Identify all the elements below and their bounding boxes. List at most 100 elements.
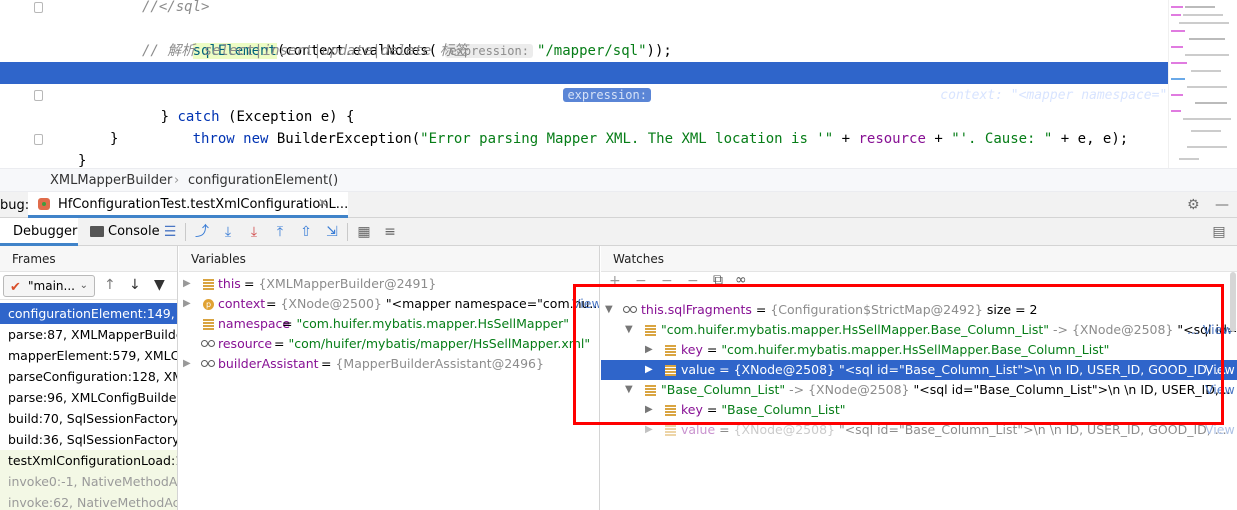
watch-string: "com.huifer.mybatis.mapper.HsSellMapper.… — [721, 342, 1110, 357]
view-link[interactable]: View — [1205, 360, 1235, 380]
field-icon — [665, 345, 676, 356]
move-up-icon[interactable]: − — [661, 273, 673, 289]
breadcrumb-class[interactable]: XMLMapperBuilder — [50, 173, 172, 188]
watch-row[interactable]: ▼ "Base_Column_List" -> {XNode@2508} "<s… — [601, 380, 1237, 400]
collapse-arrow-icon[interactable]: ▼ — [605, 300, 613, 320]
expand-arrow-icon[interactable]: ▶ — [183, 354, 191, 374]
variable-row[interactable]: ▶ this = {XMLMapperBuilder@2491} — [179, 274, 599, 294]
view-link[interactable]: View — [572, 294, 599, 314]
gear-icon[interactable]: ⚙ — [1187, 197, 1200, 213]
remove-watch-icon[interactable]: − — [635, 273, 647, 289]
chevron-down-icon: ⌄ — [79, 280, 88, 291]
variable-name: context — [218, 296, 266, 311]
scrollbar[interactable] — [1230, 272, 1236, 332]
frame-item[interactable]: configurationElement:149, XM — [0, 303, 177, 324]
evaluate-expression-icon[interactable]: ▦ — [355, 224, 373, 240]
debug-session-tab[interactable]: HfConfigurationTest.testXmlConfiguration… — [28, 192, 348, 218]
variable-value: = "com/huifer/mybatis/mapper/HsSellMappe… — [274, 336, 591, 351]
variable-name: this — [218, 276, 241, 291]
frame-item[interactable]: mapperElement:579, XMLCon — [0, 345, 177, 366]
watch-row[interactable]: ▶ key = "com.huifer.mybatis.mapper.HsSel… — [601, 340, 1237, 360]
watch-row[interactable]: ▶ value = {XNode@2508} "<sql id="Base_Co… — [601, 420, 1237, 440]
tab-console[interactable]: Console — [86, 218, 160, 246]
breadcrumb-method[interactable]: configurationElement() — [188, 173, 338, 188]
collapse-arrow-icon[interactable]: ▼ — [625, 320, 633, 340]
view-link[interactable]: View — [1205, 420, 1235, 440]
debug-session-name: HfConfigurationTest.testXmlConfiguration… — [58, 197, 349, 212]
variable-row[interactable]: ▶ p context = {XNode@2500} "<mapper name… — [179, 294, 599, 314]
watch-entry: "Base_Column_List" -> {XNode@2508} "<sql… — [661, 380, 1231, 400]
map-entry-icon — [645, 325, 656, 336]
filter-icon[interactable]: ▼ — [154, 277, 165, 293]
step-over-icon[interactable]: ⤓ — [219, 224, 237, 240]
minimap[interactable] — [1168, 0, 1237, 168]
map-entry-icon — [645, 385, 656, 396]
move-down-icon[interactable]: − — [687, 273, 699, 289]
copy-icon[interactable]: ⧉ — [713, 272, 723, 288]
view-link[interactable]: View — [1205, 380, 1235, 400]
watch-name: "Base_Column_List" — [661, 382, 786, 397]
add-watch-icon[interactable]: + — [609, 273, 621, 289]
frame-item[interactable]: parseConfiguration:128, XML — [0, 366, 177, 387]
collapse-arrow-icon[interactable]: ▼ — [625, 380, 633, 400]
variable-row[interactable]: namespace = "com.huifer.mybatis.mapper.H… — [179, 314, 599, 334]
frame-item[interactable]: parse:96, XMLConfigBuilder — [0, 387, 177, 408]
variables-panel: Variables ▶ this = {XMLMapperBuilder@249… — [179, 246, 600, 510]
expand-arrow-icon[interactable]: ▶ — [183, 274, 191, 294]
watch-operator: -> — [785, 382, 809, 397]
code-editor[interactable]: //</sql> sqlElement(context.evalNodes( e… — [0, 0, 1237, 168]
layout-icon[interactable]: ☰ — [161, 224, 179, 240]
step-into-icon[interactable]: ⤓ — [245, 224, 263, 240]
variable-row[interactable]: resource = "com/huifer/mybatis/mapper/Hs… — [179, 334, 599, 354]
tab-console-label: Console — [108, 224, 160, 239]
watch-row[interactable]: ▶ value = {XNode@2508} "<sql id="Base_Co… — [601, 360, 1237, 380]
variable-string: "<mapper namespace="com.hu... — [385, 296, 599, 311]
watch-row[interactable]: ▶ key = "Base_Column_List" — [601, 400, 1237, 420]
drop-frame-icon[interactable]: ⇧ — [297, 224, 315, 240]
thread-selector-row: ✔ "main... ⌄ ↑ ↓ ▼ — [0, 273, 177, 300]
variable-ref: {XMLMapperBuilder@2491} — [258, 276, 437, 291]
watch-operator: = — [715, 422, 734, 437]
step-out-icon[interactable]: ⤒ — [271, 224, 289, 240]
close-tab-icon[interactable]: ✕ — [318, 196, 328, 210]
variable-name: resource — [218, 336, 273, 351]
run-to-cursor-icon[interactable]: ⇲ — [323, 224, 341, 240]
arrow-down-icon[interactable]: ↓ — [129, 277, 141, 293]
frame-item[interactable]: parse:87, XMLMapperBuilder — [0, 324, 177, 345]
watch-name: "com.huifer.mybatis.mapper.HsSellMapper.… — [661, 322, 1050, 337]
code-line: } — [0, 150, 1168, 168]
minimize-icon[interactable]: — — [1215, 197, 1229, 213]
arrow-up-icon[interactable]: ↑ — [104, 277, 116, 293]
show-execution-point-icon[interactable]: ⤴ — [193, 224, 211, 240]
frame-item[interactable]: invoke:62, NativeMethodAcc — [0, 492, 177, 510]
expand-arrow-icon[interactable]: ▶ — [645, 400, 653, 420]
watch-ref: {XNode@2508} — [733, 362, 835, 377]
tab-debugger[interactable]: Debugger — [0, 218, 78, 246]
watch-string: "<sql id="Base_Column_List">\n \n ID, US… — [909, 382, 1231, 397]
expand-arrow-icon[interactable]: ▶ — [645, 420, 653, 440]
variable-ref: {XNode@2500} — [280, 296, 382, 311]
frame-item[interactable]: build:70, SqlSessionFactoryBu — [0, 408, 177, 429]
restore-layout-icon[interactable]: ▤ — [1210, 224, 1228, 240]
trace-icon[interactable]: ≡ — [381, 224, 399, 240]
code-line: } catch (Exception e) { — [0, 84, 1168, 125]
watch-glasses-icon — [201, 340, 215, 348]
frame-item[interactable]: build:36, SqlSessionFactoryBu — [0, 429, 177, 450]
view-link[interactable]: ... View — [1187, 320, 1233, 340]
watch-entry: "com.huifer.mybatis.mapper.HsSellMapper.… — [661, 320, 1237, 340]
thread-dropdown[interactable]: ✔ "main... ⌄ — [3, 275, 95, 297]
expand-arrow-icon[interactable]: ▶ — [183, 294, 191, 314]
variable-name: builderAssistant — [218, 356, 319, 371]
frame-item[interactable]: invoke0:-1, NativeMethodAcc — [0, 471, 177, 492]
expand-arrow-icon[interactable]: ▶ — [645, 360, 653, 380]
glasses-icon[interactable]: ∞ — [735, 272, 747, 288]
frame-item[interactable]: testXmlConfigurationLoad:19 — [0, 450, 177, 471]
watch-row[interactable]: ▼ "com.huifer.mybatis.mapper.HsSellMappe… — [601, 320, 1237, 340]
variable-string: "com/huifer/mybatis/mapper/HsSellMapper.… — [288, 336, 591, 351]
watch-string: "<sql id="Base_Column_List">\n \n ID, US… — [834, 362, 1227, 377]
check-icon: ✔ — [10, 280, 21, 295]
frames-panel: Frames ✔ "main... ⌄ ↑ ↓ ▼ configurationE… — [0, 246, 178, 510]
watch-row[interactable]: ▼ this.sqlFragments = {Configuration$Str… — [601, 300, 1237, 320]
expand-arrow-icon[interactable]: ▶ — [645, 340, 653, 360]
variable-row[interactable]: ▶ builderAssistant = {MapperBuilderAssis… — [179, 354, 599, 374]
